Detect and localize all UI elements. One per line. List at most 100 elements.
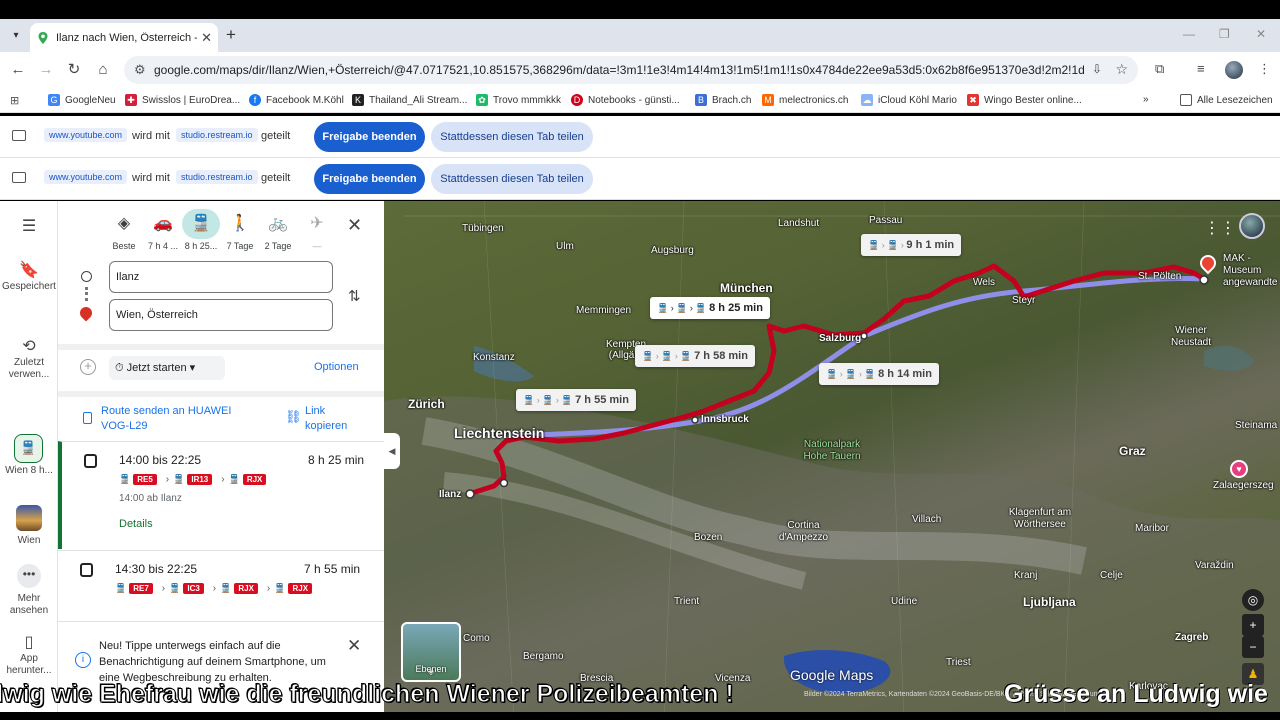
map-label[interactable]: Kranj <box>1014 570 1037 581</box>
mode-best[interactable]: ◈ Beste <box>102 209 146 251</box>
window-close-icon[interactable]: ✕ <box>1256 27 1266 41</box>
bookmark-item[interactable]: f Facebook M.Köhl <box>249 94 344 106</box>
route-chip[interactable]: 🚆 › 🚆 › 9 h 1 min <box>861 234 962 256</box>
rail-recent[interactable]: ⟲ Zuletzt verwen... <box>0 339 58 381</box>
mode-transit[interactable]: 🚆 8 h 25... <box>179 209 223 251</box>
swap-icon[interactable]: ⇅ <box>348 287 361 305</box>
active-tab[interactable]: Ilanz nach Wien, Österreich - G ✕ <box>30 23 218 52</box>
route-option-1[interactable]: 14:00 bis 22:25 8 h 25 min 🚆 RE5 › 🚆 IR13 … <box>58 441 384 549</box>
map-label[interactable]: Zagreb <box>1175 632 1208 643</box>
menu-hamburger-icon[interactable]: ☰ <box>0 219 58 237</box>
bookmark-star-icon[interactable]: ☆ <box>1115 61 1128 78</box>
map-label[interactable]: Bozen <box>694 532 722 543</box>
map-label[interactable]: Memmingen <box>576 305 631 316</box>
map-label[interactable]: Wels <box>973 277 995 288</box>
new-tab-icon[interactable]: + <box>226 25 236 45</box>
map-label[interactable]: Celje <box>1100 570 1123 581</box>
map-label[interactable]: Innsbruck <box>701 414 749 425</box>
profile-avatar[interactable] <box>1225 61 1243 79</box>
depart-now-select[interactable]: ⏱ Jetzt starten ▾ <box>109 356 225 380</box>
extensions-icon[interactable]: ⧉ <box>1155 61 1164 77</box>
map-label[interactable]: Steyr <box>1012 295 1035 306</box>
bookmark-item[interactable]: G GoogleNeu <box>48 94 116 106</box>
my-location-icon[interactable]: ◎ <box>1242 589 1264 611</box>
rail-wien[interactable]: Wien <box>0 535 58 547</box>
map-label[interactable]: Konstanz <box>473 352 515 363</box>
map-label[interactable]: Ulm <box>556 241 574 252</box>
menu-kebab-icon[interactable]: ⋮ <box>1258 61 1271 77</box>
map-label[interactable]: Ljubljana <box>1023 595 1076 609</box>
origin-input[interactable]: Ilanz <box>109 261 333 293</box>
add-stop-icon[interactable]: + <box>80 359 96 375</box>
map-label[interactable]: Wiener Neustadt <box>1166 325 1216 349</box>
bookmark-item[interactable]: Mmelectronics.ch <box>762 94 848 106</box>
map-label[interactable]: Trient <box>674 596 699 607</box>
options-button[interactable]: Optionen <box>314 361 359 373</box>
home-icon[interactable]: ⌂ <box>93 60 113 80</box>
install-app-icon[interactable]: ⇩ <box>1092 62 1102 76</box>
reload-icon[interactable]: ↻ <box>64 60 84 80</box>
bookmark-item[interactable]: ☁ iCloud Köhl Mario <box>861 94 957 106</box>
map-label[interactable]: Villach <box>912 514 941 525</box>
mode-flight[interactable]: ✈ — <box>295 209 339 251</box>
zoom-out-icon[interactable]: − <box>1242 636 1264 658</box>
mode-bike[interactable]: 🚲 2 Tage <box>256 209 300 251</box>
map-label[interactable]: Salzburg <box>819 333 861 344</box>
map-label[interactable]: Como <box>463 633 490 644</box>
destination-input[interactable]: Wien, Österreich <box>109 299 333 331</box>
train-route-icon[interactable]: 🚆 <box>14 434 43 463</box>
map-label[interactable]: Liechtenstein <box>454 425 544 441</box>
bookmark-item[interactable]: K Thailand_Ali Stream... <box>352 94 467 106</box>
route-chip[interactable]: 🚆 › 🚆 › 🚆 7 h 55 min <box>516 389 636 411</box>
map-label[interactable]: Nationalpark Hohe Tauern <box>792 439 872 463</box>
map-label[interactable]: Klagenfurt am Wörthersee <box>995 507 1085 531</box>
map-label[interactable]: MAK - Museum angewandte <box>1223 253 1280 289</box>
route-chip[interactable]: 🚆 › 🚆 › 🚆 8 h 25 min <box>650 297 770 319</box>
map-label[interactable]: München <box>720 281 773 295</box>
map-label[interactable]: Udine <box>891 596 917 607</box>
map-label[interactable]: Passau <box>869 215 902 226</box>
tab-close-icon[interactable]: ✕ <box>201 30 212 46</box>
minimize-icon[interactable]: — <box>1183 27 1195 41</box>
send-to-phone-link[interactable]: Route senden an HUAWEI VOG-L29 <box>101 404 261 434</box>
map-label[interactable]: Landshut <box>778 218 819 229</box>
rail-app[interactable]: ▯ App herunter... <box>0 635 58 677</box>
map-label[interactable]: Zürich <box>408 397 445 411</box>
site-info-icon[interactable]: ⚙ <box>134 62 146 78</box>
all-bookmarks-folder[interactable]: Alle Lesezeichen <box>1180 94 1273 106</box>
wien-thumbnail[interactable] <box>16 505 42 531</box>
bookmark-item[interactable]: ✖ Wingo Bester online... <box>967 94 1082 106</box>
share-this-tab-button[interactable]: Stattdessen diesen Tab teilen <box>431 122 593 152</box>
map-label[interactable]: Bergamo <box>523 651 564 662</box>
map-label[interactable]: Triest <box>946 657 971 668</box>
rail-saved[interactable]: 🔖 Gespeichert <box>0 263 58 293</box>
close-directions-icon[interactable]: ✕ <box>347 215 362 236</box>
map-label[interactable]: Cortina d'Ampezzo <box>776 520 831 544</box>
bookmark-item[interactable]: ✿ Trovo mmmkkk <box>476 94 561 106</box>
apps-grid-icon[interactable]: ⊞ <box>10 94 19 107</box>
layers-button[interactable]: ◈ Ebenen <box>401 622 461 682</box>
route-chip[interactable]: 🚆 › 🚆 › 🚆 7 h 58 min <box>635 345 755 367</box>
google-apps-icon[interactable]: ⋮⋮ <box>1204 218 1236 238</box>
stop-sharing-button[interactable]: Freigabe beenden <box>314 164 425 194</box>
map-label[interactable]: Varaždin <box>1195 560 1234 571</box>
rail-wien-route[interactable]: Wien 8 h... <box>0 465 58 477</box>
bookmark-item[interactable]: B Brach.ch <box>695 94 751 106</box>
stop-sharing-button[interactable]: Freigabe beenden <box>314 122 425 152</box>
route-option-2[interactable]: 14:30 bis 22:25 7 h 55 min 🚆 RE7 › 🚆 IC3 ›… <box>58 550 384 620</box>
map-label[interactable]: Ilanz <box>439 489 461 500</box>
map-label[interactable]: Zalaegerszeg <box>1213 480 1274 491</box>
forward-icon[interactable]: → <box>36 60 56 80</box>
map-label[interactable]: Graz <box>1119 444 1146 458</box>
back-icon[interactable]: ← <box>8 60 28 80</box>
map-label[interactable]: St. Pölten <box>1138 271 1181 282</box>
map-label[interactable]: Steinama <box>1235 420 1277 431</box>
map-canvas[interactable]: ◀ Tübingen Ulm Augsburg Landshut Passau … <box>384 201 1280 720</box>
tab-search-icon[interactable]: ▾ <box>6 26 26 46</box>
bookmark-item[interactable]: ✚ Swisslos | EuroDrea... <box>125 94 240 106</box>
media-icon[interactable]: ≡ <box>1197 61 1205 76</box>
close-notice-icon[interactable]: ✕ <box>347 636 361 656</box>
copy-link[interactable]: Link kopieren <box>305 404 365 434</box>
restore-icon[interactable]: ❐ <box>1219 27 1230 41</box>
map-label[interactable]: Maribor <box>1135 523 1169 534</box>
